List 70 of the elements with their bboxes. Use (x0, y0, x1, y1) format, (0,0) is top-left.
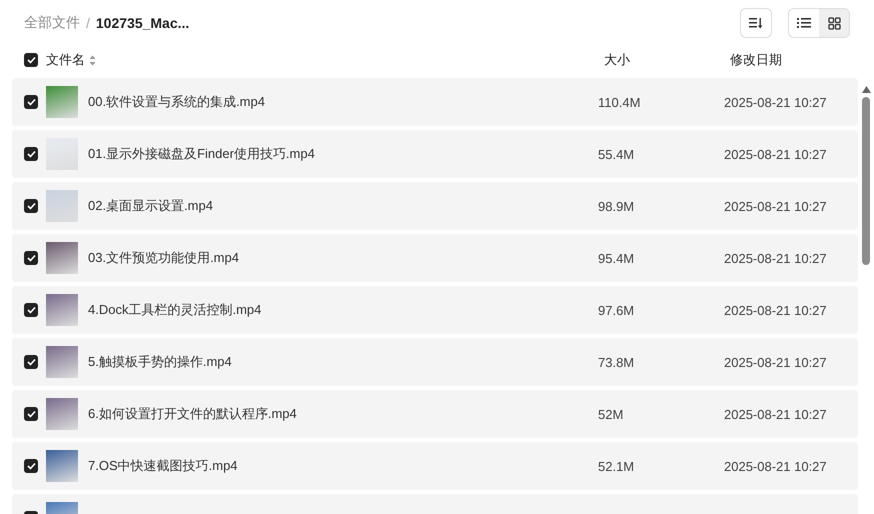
file-size: 97.6M (598, 302, 636, 318)
file-size: 52.1M (598, 458, 636, 474)
modified-date: 2025-08-21 10:27 (724, 302, 827, 318)
file-size: 95.4M (598, 250, 636, 266)
column-header[interactable]: 大小 (604, 51, 630, 69)
scrollbar-thumb[interactable] (862, 97, 870, 265)
file-row[interactable]: 00.软件设置与系统的集成.mp4 110.4M 2025-08-21 10:27 (12, 78, 858, 126)
video-thumbnail (46, 190, 78, 222)
file-name: 01.显示外接磁盘及Finder使用技巧.mp4 (88, 145, 316, 163)
view-toggle-button[interactable] (819, 9, 849, 37)
checkmark-icon (26, 462, 36, 470)
modified-date: 2025-08-21 10:27 (724, 250, 827, 266)
modified-date: 2025-08-21 10:27 (724, 94, 827, 110)
column-header[interactable]: 文件名 (46, 51, 96, 69)
checkmark-icon (26, 98, 36, 106)
file-size: 98.9M (598, 198, 636, 214)
scroll-up-icon[interactable] (862, 86, 870, 93)
file-name: 4.Dock工具栏的灵活控制.mp4 (88, 301, 262, 319)
video-thumbnail (46, 398, 78, 430)
checkbox[interactable] (24, 251, 38, 265)
video-thumbnail (46, 450, 78, 482)
video-thumbnail (46, 346, 78, 378)
sort-arrows-icon[interactable] (89, 54, 96, 66)
file-size: 55.4M (598, 146, 636, 162)
file-row[interactable]: 7.OS中快速截图技巧.mp4 52.1M 2025-08-21 10:27 (12, 442, 858, 490)
checkmark-icon (26, 150, 36, 158)
sort-icon (749, 17, 763, 29)
checkmark-icon (26, 410, 36, 418)
checkbox[interactable] (24, 303, 38, 317)
checkbox[interactable] (24, 459, 38, 473)
breadcrumb-separator: / (86, 15, 90, 31)
video-thumbnail (46, 242, 78, 274)
checkmark-icon (26, 202, 36, 210)
checkmark-icon (26, 358, 36, 366)
video-thumbnail (46, 294, 78, 326)
checkbox[interactable] (24, 355, 38, 369)
file-size: 110.4M (598, 94, 642, 110)
checkbox[interactable] (24, 95, 38, 109)
sort-button[interactable] (740, 8, 772, 38)
breadcrumb-link[interactable]: 102735_Mac... (96, 15, 190, 31)
checkbox[interactable] (24, 53, 38, 67)
file-name: 7.OS中快速截图技巧.mp4 (88, 457, 239, 475)
modified-date: 2025-08-21 10:27 (724, 198, 827, 214)
grid-icon (828, 16, 840, 30)
file-row[interactable]: 6.如何设置打开文件的默认程序.mp4 52M 2025-08-21 10:27 (12, 390, 858, 438)
file-size: 73.8M (598, 354, 636, 370)
modified-date: 2025-08-21 10:27 (724, 354, 827, 370)
file-name: 03.文件预览功能使用.mp4 (88, 249, 240, 267)
file-row[interactable]: 03.文件预览功能使用.mp4 95.4M 2025-08-21 10:27 (12, 234, 858, 282)
file-row[interactable]: 01.显示外接磁盘及Finder使用技巧.mp4 55.4M 2025-08-21 10:27 (12, 130, 858, 178)
modified-date: 2025-08-21 10:27 (724, 406, 827, 422)
checkbox[interactable] (24, 199, 38, 213)
file-name: 02.桌面显示设置.mp4 (88, 197, 214, 215)
modified-date: 2025-08-21 10:27 (724, 146, 827, 162)
modified-date: 2025-08-21 10:27 (724, 458, 827, 474)
checkbox[interactable] (24, 407, 38, 421)
file-size: 52M (598, 406, 624, 422)
file-row[interactable]: 5.触摸板手势的操作.mp4 73.8M 2025-08-21 10:27 (12, 338, 858, 386)
video-thumbnail (46, 86, 78, 118)
checkmark-icon (26, 254, 36, 262)
column-header[interactable]: 修改日期 (730, 51, 782, 69)
file-name: 5.触摸板手势的操作.mp4 (88, 353, 233, 371)
list-icon (797, 17, 811, 29)
file-name: 00.软件设置与系统的集成.mp4 (88, 93, 266, 111)
checkmark-icon (26, 306, 36, 314)
file-row[interactable]: 02.桌面显示设置.mp4 98.9M 2025-08-21 10:27 (12, 182, 858, 230)
checkbox[interactable] (24, 147, 38, 161)
checkmark-icon (26, 56, 36, 64)
file-name: 6.如何设置打开文件的默认程序.mp4 (88, 405, 298, 423)
file-row[interactable]: 4.Dock工具栏的灵活控制.mp4 97.6M 2025-08-21 10:27 (12, 286, 858, 334)
